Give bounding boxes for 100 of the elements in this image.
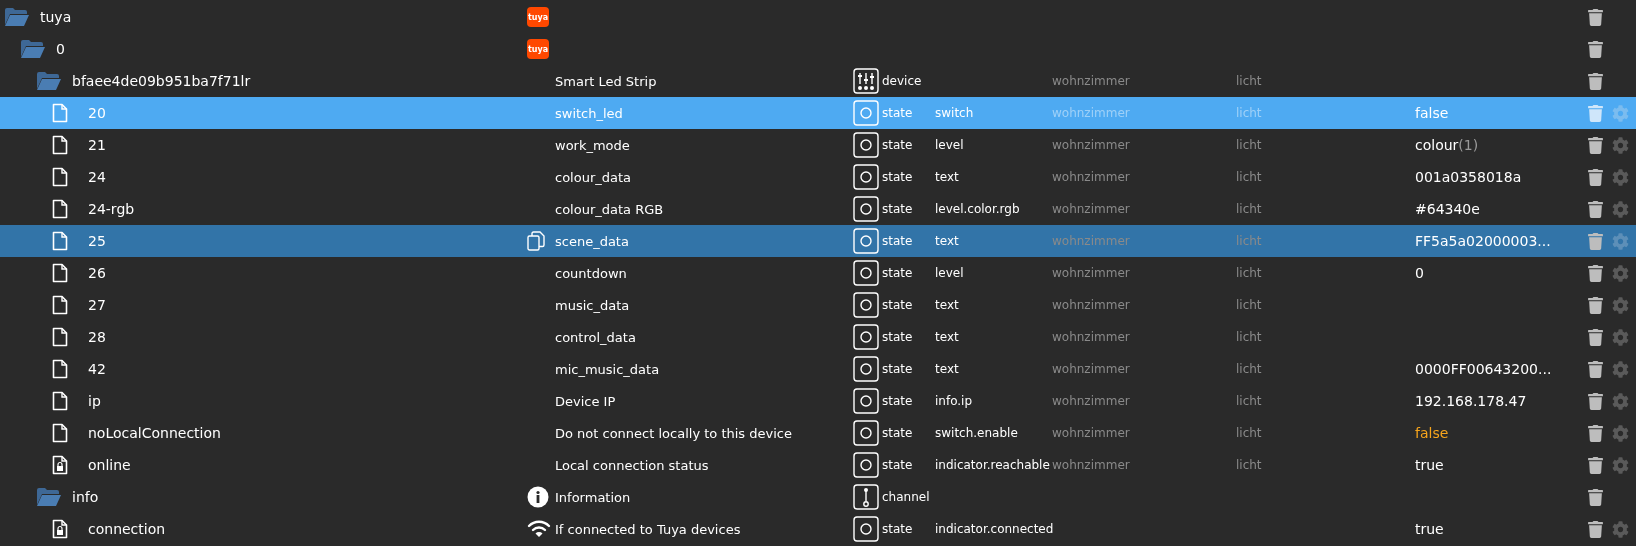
object-value: false [1415, 105, 1449, 121]
object-value: FF5a5a02000003... [1415, 233, 1551, 249]
object-name: Device IP [555, 393, 616, 409]
object-id: ip [88, 393, 101, 409]
state-icon [853, 516, 879, 542]
state-icon [853, 164, 879, 190]
object-role: info.ip [935, 394, 973, 408]
delete-button[interactable] [1585, 199, 1605, 219]
object-id: 24-rgb [88, 201, 135, 217]
object-room: wohnzimmer [1052, 106, 1130, 120]
object-id: 42 [88, 361, 106, 377]
settings-button[interactable] [1610, 391, 1630, 411]
object-value: true [1415, 521, 1444, 537]
delete-button[interactable] [1585, 71, 1605, 91]
object-function: licht [1236, 458, 1262, 472]
object-function: licht [1236, 74, 1262, 88]
tuya-logo: tuya [527, 39, 549, 59]
object-room: wohnzimmer [1052, 298, 1130, 312]
settings-button[interactable] [1610, 295, 1630, 315]
object-id: bfaee4de09b951ba7f71lr [72, 73, 251, 89]
object-name: work_mode [555, 137, 630, 153]
object-role: text [935, 362, 959, 376]
settings-button[interactable] [1610, 327, 1630, 347]
object-role: indicator.connected [935, 522, 1054, 536]
object-name: control_data [555, 329, 636, 345]
object-name: Local connection status [555, 457, 709, 473]
state-icon [853, 324, 879, 350]
object-room: wohnzimmer [1052, 138, 1130, 152]
file-icon [52, 103, 68, 123]
delete-button[interactable] [1585, 39, 1605, 59]
settings-button[interactable] [1610, 135, 1630, 155]
file-icon [52, 135, 68, 155]
object-id: tuya [40, 9, 72, 25]
folder-icon[interactable] [4, 7, 30, 27]
delete-button[interactable] [1585, 359, 1605, 379]
delete-button[interactable] [1585, 263, 1605, 283]
delete-button[interactable] [1585, 327, 1605, 347]
file-icon [52, 295, 68, 315]
settings-button[interactable] [1610, 263, 1630, 283]
delete-button[interactable] [1585, 135, 1605, 155]
settings-button[interactable] [1610, 167, 1630, 187]
object-id: 27 [88, 297, 106, 313]
folder-icon[interactable] [36, 71, 62, 91]
settings-button[interactable] [1610, 455, 1630, 475]
folder-icon[interactable] [20, 39, 46, 59]
file-icon [52, 423, 68, 443]
delete-button[interactable] [1585, 487, 1605, 507]
settings-button[interactable] [1610, 423, 1630, 443]
state-icon [853, 420, 879, 446]
object-role: switch [935, 106, 974, 120]
object-id: 20 [88, 105, 106, 121]
folder-icon[interactable] [36, 487, 62, 507]
object-role: indicator.reachable [935, 458, 1050, 472]
object-function: licht [1236, 266, 1262, 280]
settings-button[interactable] [1610, 359, 1630, 379]
file-icon [52, 327, 68, 347]
object-id: connection [88, 521, 166, 537]
object-type: state [882, 394, 913, 408]
object-name: If connected to Tuya devices [555, 521, 741, 537]
object-value: 192.168.178.47 [1415, 393, 1527, 409]
object-function: licht [1236, 202, 1262, 216]
object-value: false [1415, 425, 1449, 441]
object-role: level.color.rgb [935, 202, 1020, 216]
object-row[interactable]: 25 scene_data state text wohnzimmer licht FF5a5a02000003... [0, 225, 1636, 257]
object-type: state [882, 330, 913, 344]
locked-file-icon [52, 519, 68, 539]
state-icon [853, 356, 879, 382]
object-value: true [1415, 457, 1444, 473]
object-value: 0000FF00643200... [1415, 361, 1552, 377]
delete-button[interactable] [1585, 519, 1605, 539]
object-name: Information [555, 489, 631, 505]
object-name: switch_led [555, 105, 623, 121]
wifi-icon [527, 520, 551, 538]
copy-icon[interactable] [527, 231, 545, 251]
object-role: text [935, 170, 959, 184]
settings-button[interactable] [1610, 519, 1630, 539]
object-type: state [882, 522, 913, 536]
delete-button[interactable] [1585, 455, 1605, 475]
object-id: 26 [88, 265, 106, 281]
settings-button[interactable] [1610, 199, 1630, 219]
object-id: info [72, 489, 99, 505]
object-role: text [935, 330, 959, 344]
object-function: licht [1236, 394, 1262, 408]
object-function: licht [1236, 170, 1262, 184]
object-type: channel [882, 490, 930, 504]
file-icon [52, 391, 68, 411]
delete-button[interactable] [1585, 391, 1605, 411]
object-type: state [882, 362, 913, 376]
object-id: 21 [88, 137, 106, 153]
state-icon [853, 260, 879, 286]
delete-button[interactable] [1585, 7, 1605, 27]
object-function: licht [1236, 426, 1262, 440]
object-function: licht [1236, 234, 1262, 248]
locked-file-icon [52, 455, 68, 475]
object-room: wohnzimmer [1052, 74, 1130, 88]
object-role: text [935, 298, 959, 312]
delete-button[interactable] [1585, 167, 1605, 187]
object-type: state [882, 170, 913, 184]
delete-button[interactable] [1585, 423, 1605, 443]
delete-button[interactable] [1585, 295, 1605, 315]
